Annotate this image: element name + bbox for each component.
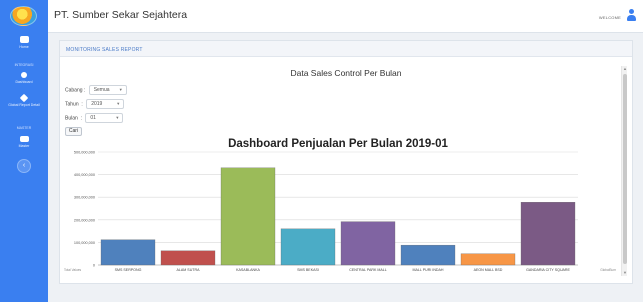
report-card: MONITORING SALES REPORT Data Sales Contr… (59, 40, 633, 284)
bar (520, 202, 576, 266)
sidebar-item-label: Home (19, 45, 29, 49)
y-tick-label: 400,000,000 (74, 173, 95, 177)
scroll-thumb[interactable] (623, 74, 627, 264)
bar (400, 244, 456, 266)
y-tick-label: 200,000,000 (74, 218, 95, 222)
chart-title: Dashboard Penjualan Per Bulan 2019-01 (228, 138, 448, 150)
topbar: PT. Sumber Sekar Sejahtera WELCOME (48, 0, 643, 33)
sidebar-item-label: Dashboard (15, 80, 33, 84)
x-tick-label: KASABLANKA (236, 268, 260, 272)
sidebar-heading-master: MASTER (16, 126, 32, 130)
bulan-select[interactable]: 01 ▼ (85, 113, 124, 123)
bar (460, 253, 516, 266)
card-title: MONITORING SALES REPORT (66, 47, 143, 53)
tahun-select[interactable]: 2019 ▼ (86, 99, 125, 109)
x-tick-label: CENTRAL PARK MALL (349, 268, 387, 272)
sidebar-heading-integrasi: INTEGRASI (14, 63, 34, 67)
dashboard-icon (21, 72, 27, 78)
sidebar-toggle-button[interactable]: ‹ (17, 159, 31, 173)
sidebar-item-master[interactable]: Master (0, 136, 48, 148)
bulan-label: Bulan (65, 115, 78, 122)
y-tick-label: 0 (93, 264, 95, 268)
master-icon (19, 136, 29, 142)
filter-cabang: Cabang : Semua ▼ (65, 85, 127, 95)
filter-bulan: Bulan : 01 ▼ (65, 113, 124, 123)
card-header: MONITORING SALES REPORT (60, 41, 632, 57)
welcome-text: WELCOME (598, 15, 621, 20)
x-tick-label: SMS SERPONG (115, 268, 142, 272)
company-logo[interactable] (10, 6, 37, 26)
cabang-label: Cabang (65, 87, 83, 94)
scroll-up-icon[interactable]: ▲ (622, 66, 628, 72)
chevron-down-icon: ▼ (116, 101, 121, 106)
x-tick-label: GANDARIA CITY SQUARE (526, 268, 570, 272)
filter-tahun: Tahun : 2019 ▼ (65, 99, 125, 109)
scrollbar[interactable]: ▲ ▼ (621, 66, 627, 276)
sidebar-item-label: Global Report Detail (8, 103, 40, 107)
cari-button[interactable]: Cari (65, 127, 82, 136)
y-tick-label: 300,000,000 (74, 196, 95, 200)
report-title: Data Sales Control Per Bulan (290, 68, 402, 78)
tahun-label: Tahun (65, 101, 79, 108)
sidebar: Home INTEGRASI Dashboard Global Report D… (0, 0, 48, 302)
chart-footer-left: Total Values (64, 268, 82, 272)
chevron-down-icon: ▼ (118, 87, 123, 92)
bar (280, 228, 336, 266)
x-tick-label: AEON MALL BSD (474, 268, 503, 272)
x-tick-label: ALAM SUTRA (177, 268, 201, 272)
user-icon[interactable] (627, 9, 636, 21)
bar (100, 239, 156, 266)
sidebar-item-home[interactable]: Home (0, 36, 48, 49)
chevron-down-icon: ▼ (115, 115, 120, 120)
x-tick-label: SMS BEKASI (297, 268, 319, 272)
bar (340, 221, 396, 266)
chart-footer-right: GlobalSum (600, 268, 616, 272)
x-tick-label: MALL PURI INDAH (412, 268, 443, 272)
bar (220, 167, 276, 266)
home-icon (19, 36, 29, 43)
sales-bar-chart: Dashboard Penjualan Per Bulan 2019-01 0 10… (64, 138, 616, 272)
bar (160, 250, 216, 266)
sidebar-item-label: Master (18, 144, 30, 148)
scroll-down-icon[interactable]: ▼ (622, 270, 628, 276)
report-icon (19, 93, 29, 103)
y-tick-label: 100,000,000 (74, 241, 95, 245)
y-tick-label: 500,000,000 (74, 151, 95, 155)
cabang-select[interactable]: Semua ▼ (88, 85, 127, 95)
sidebar-item-global-report[interactable]: Global Report Detail (0, 93, 48, 107)
company-name: PT. Sumber Sekar Sejahtera (54, 9, 188, 21)
sidebar-item-dashboard[interactable]: Dashboard (0, 72, 48, 84)
